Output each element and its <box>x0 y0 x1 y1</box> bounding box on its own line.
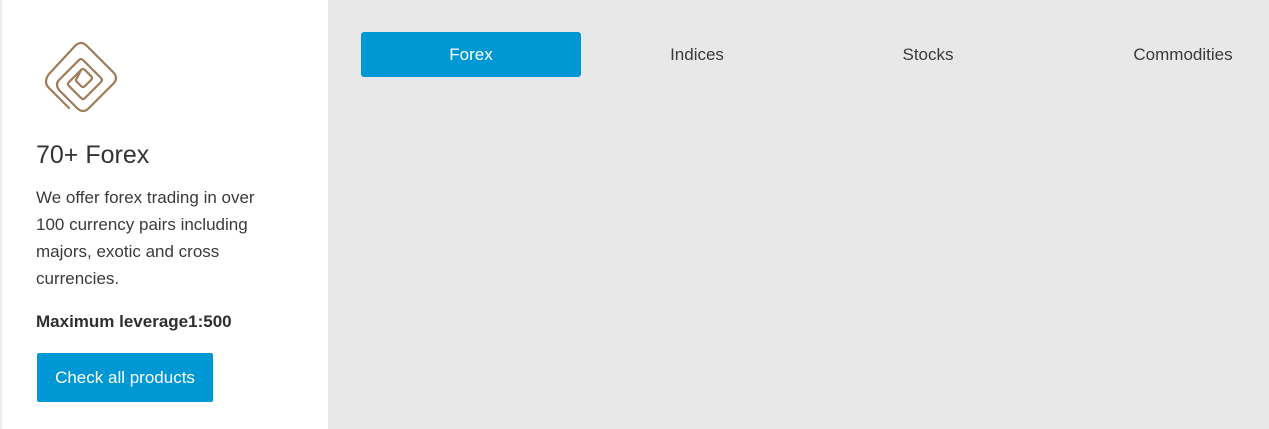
max-leverage-text: Maximum leverage1:500 <box>36 312 232 331</box>
product-category-tabs: Forex Indices Stocks Commodities <box>328 0 1269 429</box>
tab-forex[interactable]: Forex <box>361 32 581 77</box>
tab-stocks[interactable]: Stocks <box>818 32 1038 77</box>
product-description: We offer forex trading in over 100 curre… <box>36 188 255 288</box>
forex-spiral-icon <box>44 41 118 113</box>
product-title: 70+ Forex <box>36 141 150 169</box>
check-all-products-button[interactable]: Check all products <box>37 353 213 402</box>
page: 70+ Forex We offer forex trading in over… <box>0 0 1269 429</box>
product-info-panel: 70+ Forex We offer forex trading in over… <box>0 0 328 429</box>
tab-commodities[interactable]: Commodities <box>1073 32 1269 77</box>
tab-indices[interactable]: Indices <box>587 32 807 77</box>
